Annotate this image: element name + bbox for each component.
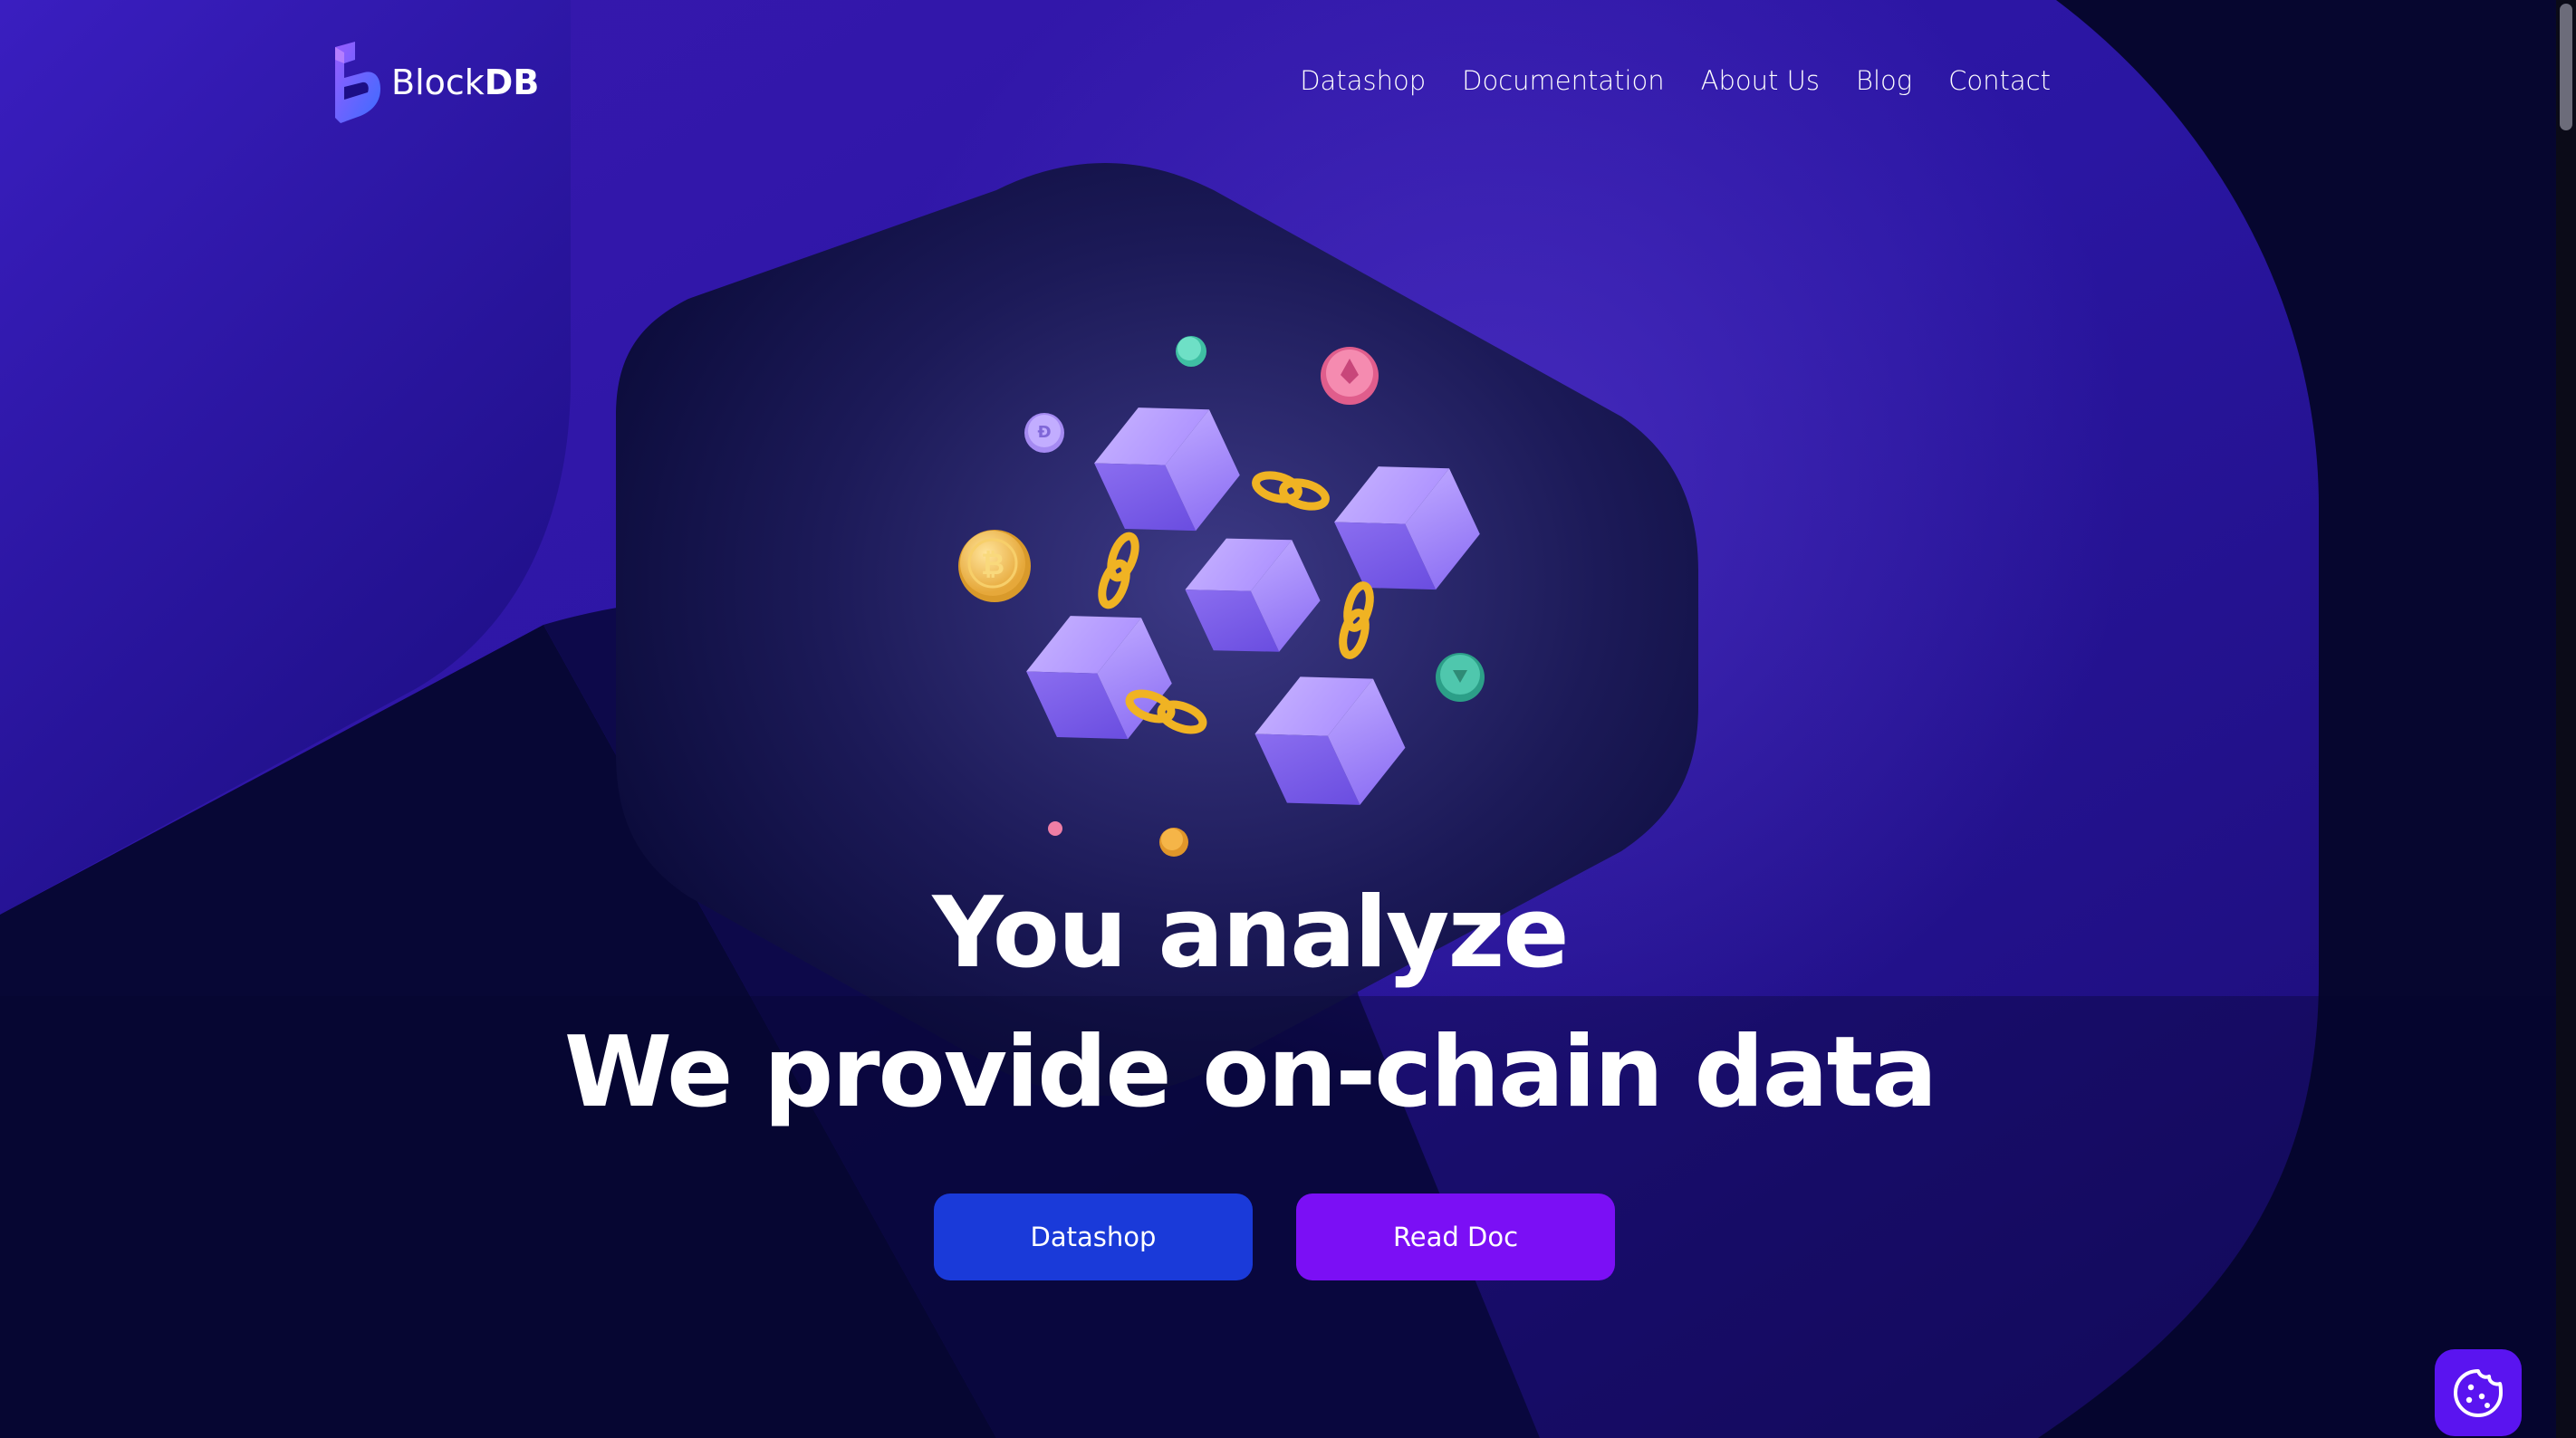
brand-name: BlockDB xyxy=(391,62,540,102)
brand-logo[interactable]: BlockDB xyxy=(328,42,539,123)
hero-headline-line1: You analyze xyxy=(932,877,1569,990)
blockchain-cubes-illustration: ₿ Đ xyxy=(958,336,1485,857)
svg-text:Đ: Đ xyxy=(1037,423,1051,442)
read-doc-button[interactable]: Read Doc xyxy=(1296,1194,1615,1280)
cookie-settings-button[interactable] xyxy=(2435,1349,2522,1436)
nav-item-datashop[interactable]: Datashop xyxy=(1300,65,1426,96)
page: BlockDB Datashop Documentation About Us … xyxy=(0,0,2576,1438)
hero-headline-line2: We provide on-chain data xyxy=(563,1016,1937,1129)
nav-item-blog[interactable]: Blog xyxy=(1856,65,1912,96)
datashop-button[interactable]: Datashop xyxy=(934,1194,1253,1280)
main-nav: Datashop Documentation About Us Blog Con… xyxy=(1300,65,2051,96)
blockdb-logo-icon xyxy=(335,42,380,123)
svg-text:₿: ₿ xyxy=(981,547,1004,581)
bitcoin-coin-icon: ₿ xyxy=(958,530,1031,602)
scrollbar-thumb[interactable] xyxy=(2560,4,2572,130)
nav-item-documentation[interactable]: Documentation xyxy=(1462,65,1665,96)
nav-item-contact[interactable]: Contact xyxy=(1948,65,2051,96)
page-scrollbar[interactable] xyxy=(2556,0,2576,1438)
cookie-icon xyxy=(2454,1369,2503,1417)
nav-item-about-us[interactable]: About Us xyxy=(1701,65,1820,96)
